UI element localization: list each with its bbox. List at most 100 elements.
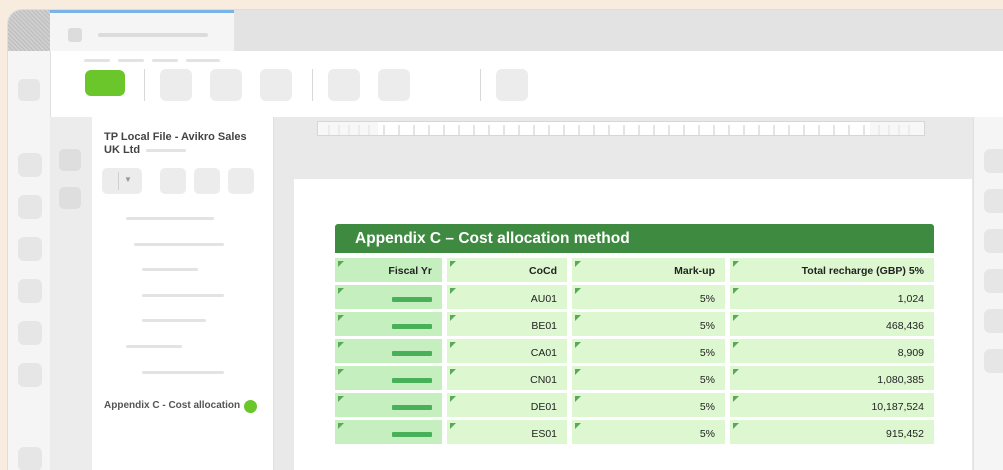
toolbar-separator	[144, 69, 145, 101]
right-rail-button-2[interactable]	[984, 189, 1003, 213]
table-cell-markup[interactable]: 5%	[572, 285, 725, 309]
menu-item-insert[interactable]	[186, 59, 220, 62]
panel-icon-1[interactable]	[59, 149, 81, 171]
flag-triangle-icon	[338, 288, 344, 294]
right-rail-button-3[interactable]	[984, 229, 1003, 253]
right-rail-button-1[interactable]	[984, 149, 1003, 173]
table-cell-markup[interactable]: 5%	[572, 339, 725, 363]
flag-triangle-icon	[733, 261, 739, 267]
table-cell-total[interactable]: 10,187,524	[730, 393, 934, 417]
column-header-cocd: CoCd	[447, 258, 567, 282]
redacted-value-bar	[392, 351, 432, 356]
table-cell-total[interactable]: 1,080,385	[730, 366, 934, 390]
panel-icon-2[interactable]	[59, 187, 81, 209]
cell-value: 1,080,385	[877, 374, 924, 386]
table-cell-markup[interactable]: 5%	[572, 420, 725, 444]
toolbar-home-icon[interactable]	[18, 79, 40, 101]
toolbar-button-1[interactable]	[160, 69, 192, 101]
left-rail-button-5[interactable]	[18, 321, 42, 345]
table-cell-fiscal-yr[interactable]	[335, 420, 442, 444]
toolbar-separator	[480, 69, 481, 101]
left-rail-button-3[interactable]	[18, 237, 42, 261]
table-cell-total[interactable]: 8,909	[730, 339, 934, 363]
tab-strip-pattern	[8, 10, 50, 51]
flag-triangle-icon	[450, 369, 456, 375]
cell-value: 8,909	[897, 347, 924, 359]
redacted-value-bar	[392, 324, 432, 329]
table-cell-fiscal-yr[interactable]	[335, 339, 442, 363]
outline-item[interactable]	[142, 294, 224, 297]
active-indicator-dot	[244, 400, 257, 413]
active-tab[interactable]	[50, 10, 234, 51]
outline-item[interactable]	[142, 319, 206, 322]
menu-item-file[interactable]	[84, 59, 110, 62]
flag-triangle-icon	[338, 396, 344, 402]
left-rail-button-2[interactable]	[18, 195, 42, 219]
ruler[interactable]	[317, 121, 925, 136]
right-rail-button-4[interactable]	[984, 269, 1003, 293]
cell-value: CA01	[530, 347, 557, 359]
flag-triangle-icon	[338, 342, 344, 348]
tab-label-placeholder	[98, 33, 208, 37]
toolbar-button-4[interactable]	[328, 69, 360, 101]
cell-value: 5%	[699, 428, 715, 440]
flag-triangle-icon	[733, 396, 739, 402]
outline-item[interactable]	[126, 217, 214, 220]
table-cell-total[interactable]: 1,024	[730, 285, 934, 309]
outline-dropdown[interactable]: ▼	[102, 168, 142, 194]
table-cell-cocd[interactable]: CN01	[447, 366, 567, 390]
primary-action-button[interactable]	[85, 70, 125, 96]
table-cell-cocd[interactable]: DE01	[447, 393, 567, 417]
flag-triangle-icon	[575, 396, 581, 402]
table-cell-fiscal-yr[interactable]	[335, 393, 442, 417]
outline-item[interactable]	[142, 268, 198, 271]
table-cell-cocd[interactable]: AU01	[447, 285, 567, 309]
outline-button-2[interactable]	[194, 168, 220, 194]
toolbar-separator	[312, 69, 313, 101]
table-cell-markup[interactable]: 5%	[572, 393, 725, 417]
outline-button-3[interactable]	[228, 168, 254, 194]
flag-triangle-icon	[450, 342, 456, 348]
table-cell-markup[interactable]: 5%	[572, 312, 725, 336]
outline-item[interactable]	[142, 371, 224, 374]
right-rail-button-5[interactable]	[984, 309, 1003, 333]
cell-value: 915,452	[886, 428, 924, 440]
document-canvas: Appendix C – Cost allocation method Fisc…	[274, 117, 1003, 470]
table-cell-cocd[interactable]: CA01	[447, 339, 567, 363]
header-text: Fiscal Yr	[388, 265, 432, 277]
document-page[interactable]: Appendix C – Cost allocation method Fisc…	[294, 179, 972, 470]
left-rail	[8, 117, 51, 470]
table-cell-total[interactable]: 915,452	[730, 420, 934, 444]
toolbar-button-2[interactable]	[210, 69, 242, 101]
toolbar-button-3[interactable]	[260, 69, 292, 101]
cell-value: ES01	[531, 428, 557, 440]
left-rail-button-6[interactable]	[18, 363, 42, 387]
toolbar-button-5[interactable]	[378, 69, 410, 101]
flag-triangle-icon	[733, 288, 739, 294]
outline-button-1[interactable]	[160, 168, 186, 194]
ruler-ticks	[318, 122, 924, 135]
left-rail-button-1[interactable]	[18, 153, 42, 177]
title-placeholder-line	[146, 148, 187, 152]
outline-item[interactable]	[126, 345, 182, 348]
table-cell-cocd[interactable]: ES01	[447, 420, 567, 444]
menu-item-view[interactable]	[152, 59, 178, 62]
redacted-value-bar	[392, 297, 432, 302]
outline-item-active[interactable]: Appendix C - Cost allocation	[104, 400, 240, 411]
right-rail-button-6[interactable]	[984, 349, 1003, 373]
table-cell-cocd[interactable]: BE01	[447, 312, 567, 336]
outline-item[interactable]	[134, 243, 224, 246]
left-rail-button-7[interactable]	[18, 447, 42, 470]
toolbar-button-6[interactable]	[496, 69, 528, 101]
menu-item-edit[interactable]	[118, 59, 144, 62]
table-cell-fiscal-yr[interactable]	[335, 312, 442, 336]
table-cell-fiscal-yr[interactable]	[335, 366, 442, 390]
table-cell-fiscal-yr[interactable]	[335, 285, 442, 309]
table-cell-total[interactable]: 468,436	[730, 312, 934, 336]
table-cell-markup[interactable]: 5%	[572, 366, 725, 390]
flag-triangle-icon	[575, 342, 581, 348]
left-rail-button-4[interactable]	[18, 279, 42, 303]
flag-triangle-icon	[575, 423, 581, 429]
flag-triangle-icon	[450, 396, 456, 402]
flag-triangle-icon	[575, 369, 581, 375]
